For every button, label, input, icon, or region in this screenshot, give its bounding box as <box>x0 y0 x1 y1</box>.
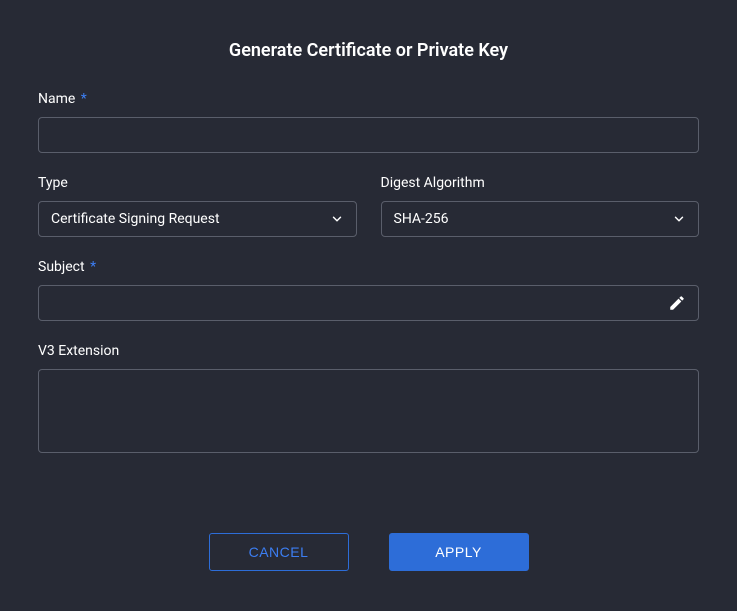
name-label-text: Name <box>38 91 75 107</box>
type-select-value: Certificate Signing Request <box>51 211 220 227</box>
name-label: Name * <box>38 91 699 107</box>
v3ext-label: V3 Extension <box>38 343 699 359</box>
digest-select[interactable]: SHA-256 <box>381 201 700 237</box>
subject-label-text: Subject <box>38 259 85 275</box>
name-field-group: Name * <box>38 91 699 153</box>
button-row: CANCEL APPLY <box>0 533 737 571</box>
page-title: Generate Certificate or Private Key <box>38 40 699 61</box>
digest-label: Digest Algorithm <box>381 175 700 191</box>
subject-field-group: Subject * <box>38 259 699 321</box>
apply-button[interactable]: APPLY <box>389 533 529 571</box>
pencil-icon <box>668 294 686 312</box>
name-input[interactable] <box>38 117 699 153</box>
required-asterisk: * <box>81 91 87 107</box>
required-asterisk: * <box>90 259 96 275</box>
digest-select-value: SHA-256 <box>394 211 449 227</box>
type-label: Type <box>38 175 357 191</box>
cancel-button[interactable]: CANCEL <box>209 533 349 571</box>
type-field-group: Type Certificate Signing Request <box>38 175 357 237</box>
v3ext-textarea[interactable] <box>38 369 699 453</box>
v3ext-field-group: V3 Extension <box>38 343 699 457</box>
subject-label: Subject * <box>38 259 699 275</box>
chevron-down-icon <box>672 212 686 226</box>
type-select[interactable]: Certificate Signing Request <box>38 201 357 237</box>
subject-input[interactable] <box>38 285 699 321</box>
chevron-down-icon <box>330 212 344 226</box>
digest-field-group: Digest Algorithm SHA-256 <box>381 175 700 237</box>
